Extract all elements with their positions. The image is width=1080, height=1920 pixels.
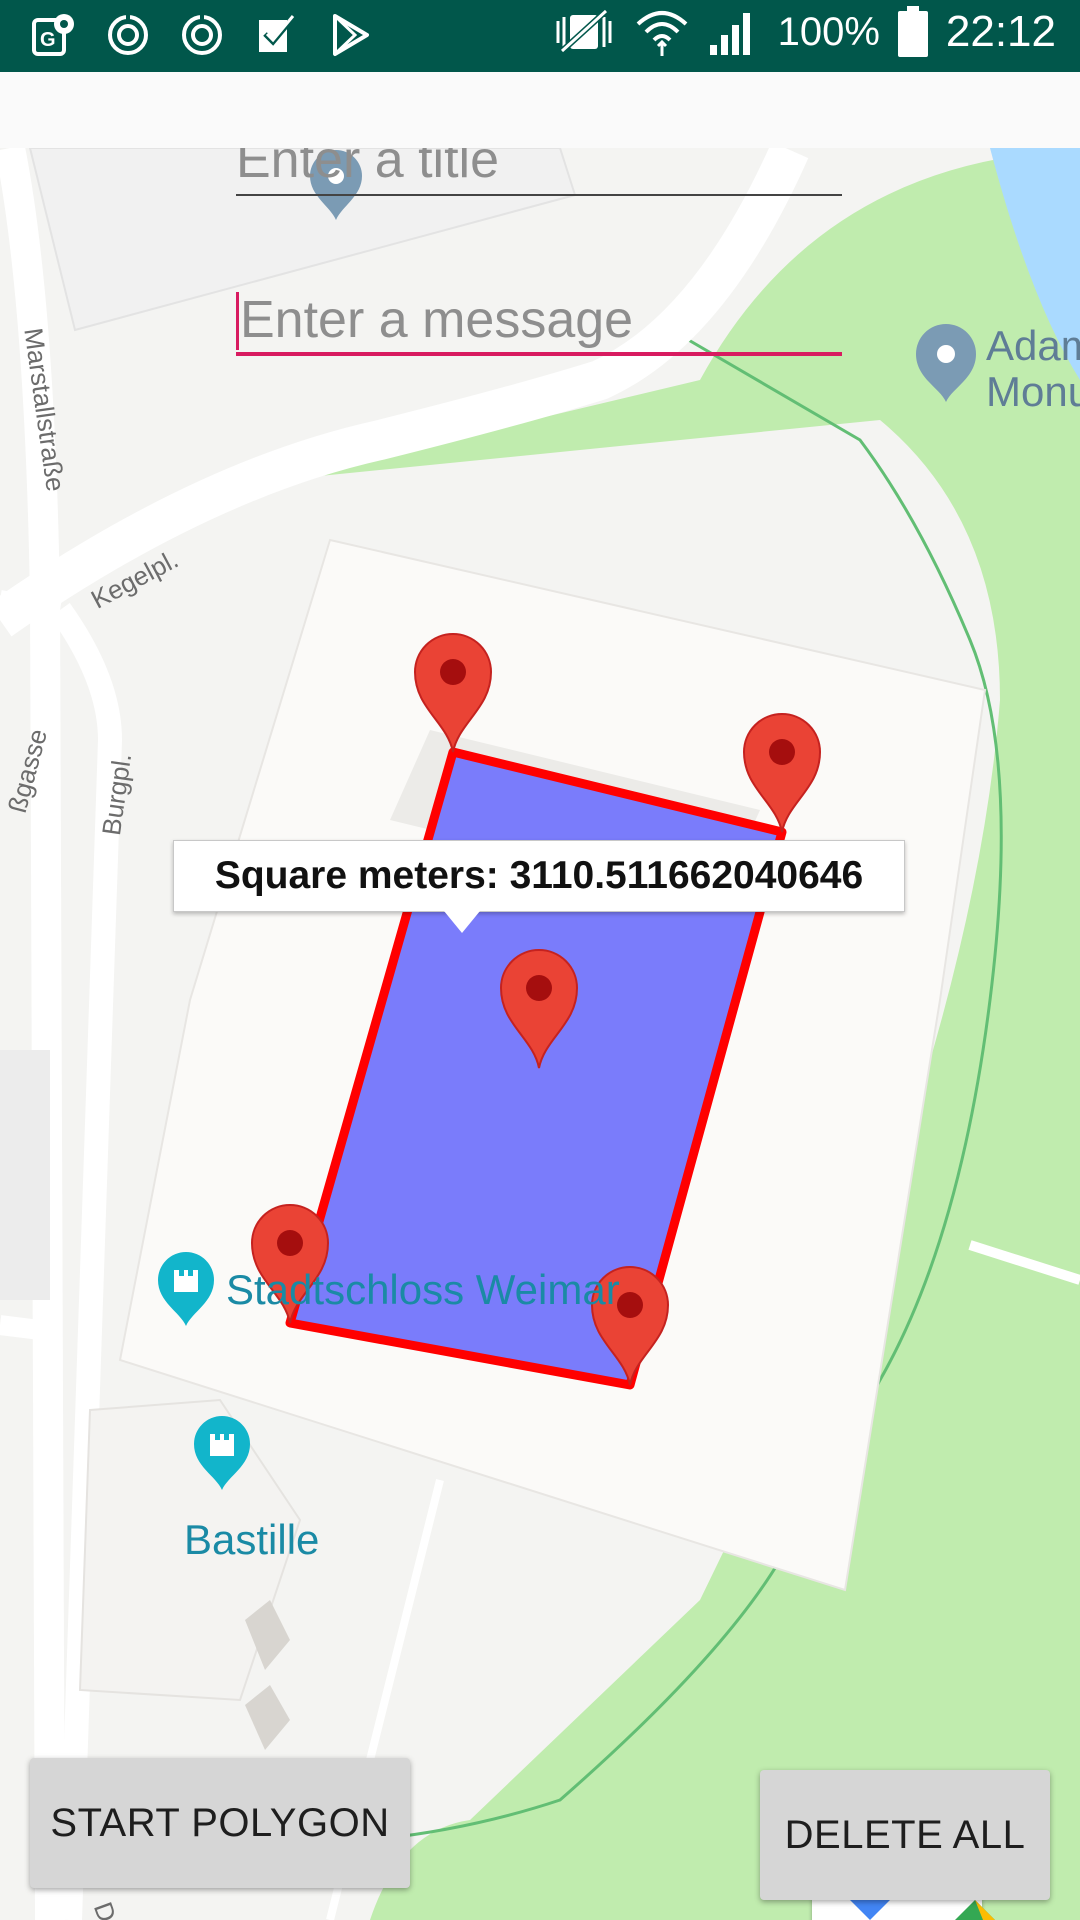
delete-all-button[interactable]: DELETE ALL [760, 1770, 1050, 1900]
road-side-2 [0, 1315, 42, 1340]
title-input[interactable] [236, 148, 842, 196]
start-polygon-button[interactable]: START POLYGON [30, 1758, 410, 1888]
play-store-icon [326, 10, 374, 60]
battery-icon [897, 6, 928, 57]
road-side [0, 590, 62, 620]
task-check-icon [252, 10, 300, 60]
sync-icon [104, 10, 152, 60]
poi-label-monument-line2[interactable]: Monu [986, 368, 1080, 416]
title-underline [236, 194, 842, 196]
system-status: 100% 22:12 [552, 6, 1056, 58]
message-field[interactable] [236, 284, 846, 356]
battery-percent: 100% [777, 9, 880, 54]
message-underline [236, 352, 842, 356]
message-input[interactable] [236, 284, 846, 356]
building-west [0, 1050, 50, 1300]
status-bar: G 100% 22:12 [0, 0, 1080, 72]
wifi-icon [636, 11, 687, 56]
clock: 22:12 [945, 7, 1056, 56]
info-window-text: Square meters: 3110.511662040646 [214, 854, 864, 897]
directions-icon[interactable] [850, 1900, 890, 1920]
google-maps-icon[interactable] [955, 1900, 995, 1920]
info-window-tail [444, 911, 480, 933]
poi-label-stadtschloss[interactable]: Stadtschloss Weimar [226, 1266, 620, 1314]
signal-icon [709, 13, 750, 55]
poi-label-bastille[interactable]: Bastille [184, 1516, 319, 1564]
map-canvas[interactable] [0, 148, 1080, 1920]
notification-icons: G [30, 10, 374, 60]
location-settings-icon: G [30, 10, 78, 60]
sync-icon-2 [178, 10, 226, 60]
svg-text:G: G [40, 29, 56, 51]
poi-label-monument-line1[interactable]: Adam [986, 322, 1080, 370]
info-window[interactable]: Square meters: 3110.511662040646 [173, 840, 905, 933]
map-view[interactable]: Marstallstraße Kegelpl. Burgpl. ßgasse D… [0, 148, 1080, 1920]
title-field[interactable] [236, 148, 842, 196]
app-bar [0, 72, 1080, 148]
vibrate-icon [556, 8, 612, 54]
